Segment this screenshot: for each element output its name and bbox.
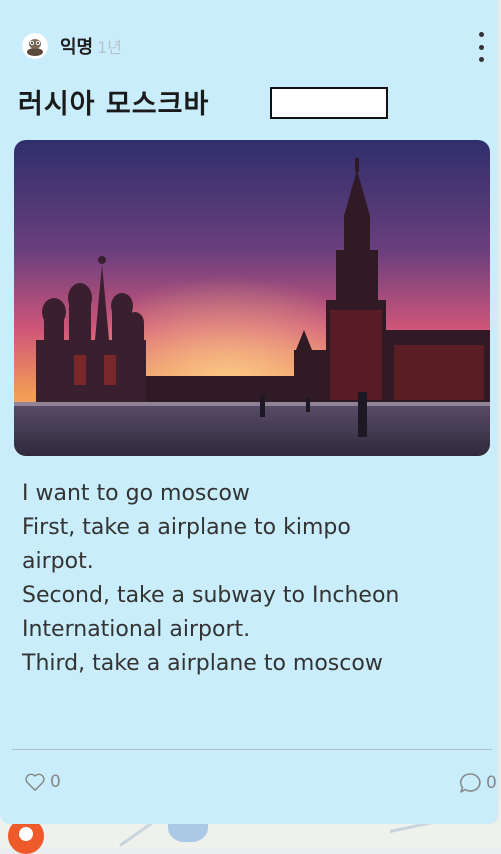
post-body-line: airpot.	[22, 549, 94, 574]
post-card[interactable]: 익명 1년 러시아 모스크바 I want to go moscow First…	[0, 0, 499, 824]
post-header: 익명 1년	[22, 30, 122, 62]
heart-icon	[25, 773, 45, 791]
comment-icon	[459, 773, 481, 793]
post-body-line: International airport.	[22, 617, 251, 642]
redaction-box	[270, 87, 388, 119]
author-name[interactable]: 익명	[60, 33, 93, 59]
avatar	[22, 33, 48, 59]
divider	[12, 749, 492, 750]
post-body: I want to go moscow First, take a airpla…	[22, 477, 492, 681]
menu-dot	[478, 57, 484, 62]
like-button[interactable]: 0	[24, 772, 61, 792]
like-count: 0	[50, 772, 61, 792]
post-body-line: First, take a airplane to kimpo	[22, 515, 351, 540]
post-time: 1년	[97, 38, 123, 57]
post-title[interactable]: 러시아 모스크바	[18, 82, 209, 122]
post-body-line: Third, take a airplane to moscow	[22, 651, 383, 676]
menu-dot	[478, 32, 484, 37]
post-image[interactable]	[14, 140, 490, 456]
post-body-line: I want to go moscow	[22, 481, 250, 506]
more-options-icon[interactable]	[472, 32, 490, 62]
post-body-line: Second, take a subway to Incheon	[22, 583, 400, 608]
comment-button[interactable]: 0	[458, 772, 497, 794]
comment-count: 0	[486, 773, 497, 793]
menu-dot	[478, 44, 484, 50]
